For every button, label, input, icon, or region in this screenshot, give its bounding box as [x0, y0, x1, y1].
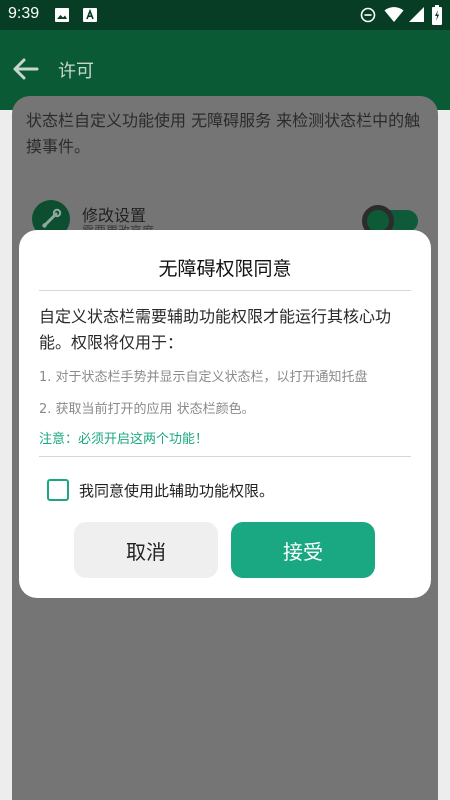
image-icon: [55, 8, 69, 22]
dialog-title: 无障碍权限同意: [158, 258, 292, 280]
status-bar: 9:39: [0, 0, 450, 30]
font-icon: [83, 8, 97, 22]
service-description: 状态栏自定义功能使用 无障碍服务 来检测状态栏中的触摸事件。: [26, 111, 421, 156]
dialog-note: 注意：必须开启这两个功能！: [39, 432, 209, 447]
page-title: 许可: [58, 61, 94, 82]
dialog-point-1: 1. 对于状态栏手势并显示自定义状态栏，以打开通知托盘: [39, 370, 368, 385]
status-time: 9:39: [8, 5, 40, 22]
consent-checkbox-label[interactable]: 我同意使用此辅助功能权限。: [79, 480, 274, 501]
battery-icon: [432, 5, 442, 25]
arrow-left-icon[interactable]: [10, 56, 40, 82]
cancel-button[interactable]: 取消: [74, 522, 218, 578]
accept-button[interactable]: 接受: [231, 522, 375, 578]
dialog-point-2: 2. 获取当前打开的应用 状态栏颜色。: [39, 402, 255, 417]
content-divider: [39, 456, 411, 457]
wifi-icon: [384, 7, 404, 22]
dialog-body: 自定义状态栏需要辅助功能权限才能运行其核心功能。权限将仅用于：: [39, 307, 392, 352]
consent-checkbox[interactable]: [47, 479, 69, 501]
signal-icon: [409, 7, 424, 22]
do-not-disturb-icon: [360, 7, 376, 23]
accessibility-consent-dialog: 无障碍权限同意 自定义状态栏需要辅助功能权限才能运行其核心功能。权限将仅用于： …: [19, 230, 431, 598]
title-divider: [39, 290, 411, 291]
